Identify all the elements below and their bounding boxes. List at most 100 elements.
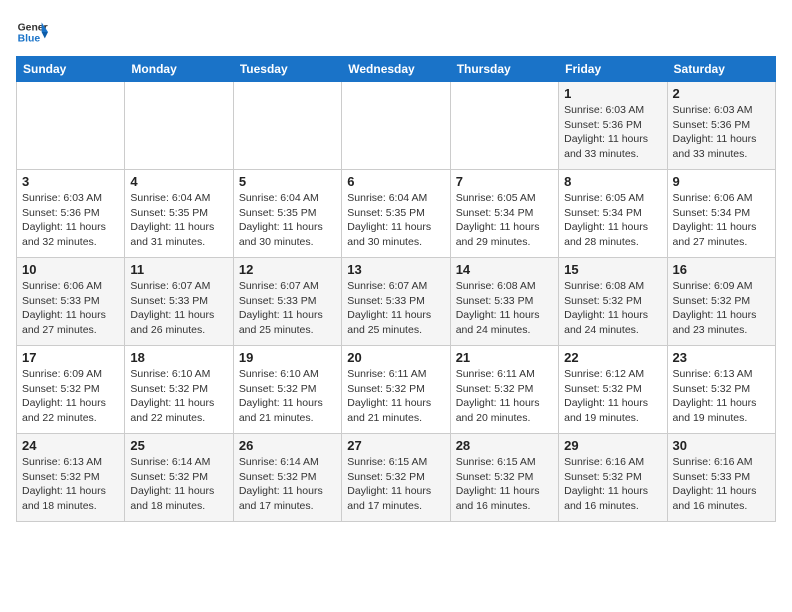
day-info-line: Sunrise: 6:03 AM (22, 191, 119, 206)
day-number: 6 (347, 174, 444, 189)
day-info-line: Sunset: 5:35 PM (130, 206, 227, 221)
weekday-header-thursday: Thursday (450, 57, 558, 82)
day-info-line: Sunrise: 6:05 AM (564, 191, 661, 206)
day-info-line: Daylight: 11 hours and 16 minutes. (456, 484, 553, 513)
day-info-line: Daylight: 11 hours and 17 minutes. (239, 484, 336, 513)
day-info-line: Sunrise: 6:04 AM (130, 191, 227, 206)
calendar-cell: 9Sunrise: 6:06 AMSunset: 5:34 PMDaylight… (667, 170, 775, 258)
weekday-header-friday: Friday (559, 57, 667, 82)
day-info-line: Sunset: 5:34 PM (673, 206, 770, 221)
day-info-line: Daylight: 11 hours and 19 minutes. (564, 396, 661, 425)
calendar-cell: 29Sunrise: 6:16 AMSunset: 5:32 PMDayligh… (559, 434, 667, 522)
weekday-header-tuesday: Tuesday (233, 57, 341, 82)
calendar-cell (233, 82, 341, 170)
calendar-cell: 18Sunrise: 6:10 AMSunset: 5:32 PMDayligh… (125, 346, 233, 434)
day-info-line: Sunset: 5:32 PM (130, 470, 227, 485)
day-info-line: Daylight: 11 hours and 28 minutes. (564, 220, 661, 249)
day-info-line: Daylight: 11 hours and 27 minutes. (673, 220, 770, 249)
calendar-cell (342, 82, 450, 170)
calendar-cell: 2Sunrise: 6:03 AMSunset: 5:36 PMDaylight… (667, 82, 775, 170)
calendar-cell: 23Sunrise: 6:13 AMSunset: 5:32 PMDayligh… (667, 346, 775, 434)
day-info-line: Daylight: 11 hours and 25 minutes. (347, 308, 444, 337)
day-info-line: Sunset: 5:32 PM (564, 382, 661, 397)
day-info-line: Sunset: 5:33 PM (456, 294, 553, 309)
day-info-line: Sunset: 5:34 PM (456, 206, 553, 221)
day-info-line: Sunset: 5:32 PM (456, 470, 553, 485)
day-info-line: Sunrise: 6:16 AM (564, 455, 661, 470)
day-number: 26 (239, 438, 336, 453)
day-info-line: Sunrise: 6:03 AM (564, 103, 661, 118)
calendar-cell (17, 82, 125, 170)
calendar-cell: 24Sunrise: 6:13 AMSunset: 5:32 PMDayligh… (17, 434, 125, 522)
day-info-line: Sunrise: 6:12 AM (564, 367, 661, 382)
calendar-cell: 12 Sunrise: 6:07 AMSunset: 5:33 PMDayligh… (233, 258, 341, 346)
day-info-line: Sunset: 5:32 PM (347, 470, 444, 485)
day-info-line: Sunrise: 6:15 AM (347, 455, 444, 470)
day-number: 17 (22, 350, 119, 365)
weekday-header-monday: Monday (125, 57, 233, 82)
calendar-cell: 11Sunrise: 6:07 AMSunset: 5:33 PMDayligh… (125, 258, 233, 346)
calendar-cell: 13 Sunrise: 6:07 AMSunset: 5:33 PMDayligh… (342, 258, 450, 346)
day-info-line: Sunset: 5:33 PM (239, 294, 336, 309)
calendar-cell: 8Sunrise: 6:05 AMSunset: 5:34 PMDaylight… (559, 170, 667, 258)
day-number: 14 (456, 262, 553, 277)
day-info-line: Sunrise: 6:05 AM (456, 191, 553, 206)
calendar-cell: 22Sunrise: 6:12 AMSunset: 5:32 PMDayligh… (559, 346, 667, 434)
calendar-table: SundayMondayTuesdayWednesdayThursdayFrid… (16, 56, 776, 522)
logo: General Blue (16, 16, 48, 48)
day-info-line: Daylight: 11 hours and 21 minutes. (347, 396, 444, 425)
day-info-line: Daylight: 11 hours and 22 minutes. (130, 396, 227, 425)
day-info-line: Sunset: 5:32 PM (347, 382, 444, 397)
day-info-line: Sunset: 5:35 PM (239, 206, 336, 221)
day-info-line: Daylight: 11 hours and 31 minutes. (130, 220, 227, 249)
day-info-line: Sunset: 5:36 PM (564, 118, 661, 133)
svg-text:Blue: Blue (18, 34, 41, 45)
day-info-line: Daylight: 11 hours and 24 minutes. (456, 308, 553, 337)
calendar-cell: 1 Sunrise: 6:03 AMSunset: 5:36 PMDaylight… (559, 82, 667, 170)
calendar-cell: 28Sunrise: 6:15 AMSunset: 5:32 PMDayligh… (450, 434, 558, 522)
day-info-line: Sunrise: 6:06 AM (673, 191, 770, 206)
logo-icon: General Blue (16, 16, 48, 48)
calendar-cell: 27Sunrise: 6:15 AMSunset: 5:32 PMDayligh… (342, 434, 450, 522)
day-number: 19 (239, 350, 336, 365)
calendar-week-1: 1Sunrise: 6:03 AMSunset: 5:36 PMDaylight… (17, 82, 776, 170)
calendar-cell: 4 Sunrise: 6:04 AMSunset: 5:35 PMDaylight… (125, 170, 233, 258)
day-info-line: Sunrise: 6:07 AM (130, 279, 227, 294)
day-info-line: Sunrise: 6:08 AM (456, 279, 553, 294)
day-info-line: Sunset: 5:32 PM (22, 382, 119, 397)
day-info-line: Daylight: 11 hours and 25 minutes. (239, 308, 336, 337)
day-info-line: Sunrise: 6:07 AM (347, 279, 444, 294)
day-info-line: Sunrise: 6:10 AM (130, 367, 227, 382)
day-info-line: Daylight: 11 hours and 19 minutes. (673, 396, 770, 425)
calendar-cell: 17Sunrise: 6:09 AMSunset: 5:32 PMDayligh… (17, 346, 125, 434)
day-info-line: Sunrise: 6:07 AM (239, 279, 336, 294)
day-info-line: Sunset: 5:35 PM (347, 206, 444, 221)
calendar-header: SundayMondayTuesdayWednesdayThursdayFrid… (17, 57, 776, 82)
day-info-line: Sunrise: 6:11 AM (347, 367, 444, 382)
day-info-line: Daylight: 11 hours and 24 minutes. (564, 308, 661, 337)
day-info-line: Daylight: 11 hours and 33 minutes. (673, 132, 770, 161)
day-info-line: Sunrise: 6:13 AM (673, 367, 770, 382)
day-info-line: Sunrise: 6:10 AM (239, 367, 336, 382)
day-info-line: Sunset: 5:33 PM (673, 470, 770, 485)
day-info-line: Sunset: 5:32 PM (239, 382, 336, 397)
day-number: 13 (347, 262, 444, 277)
day-info-line: Daylight: 11 hours and 30 minutes. (347, 220, 444, 249)
day-number: 29 (564, 438, 661, 453)
day-info-line: Daylight: 11 hours and 30 minutes. (239, 220, 336, 249)
day-info-line: Daylight: 11 hours and 33 minutes. (564, 132, 661, 161)
day-number: 27 (347, 438, 444, 453)
day-info-line: Sunrise: 6:13 AM (22, 455, 119, 470)
calendar-cell: 20Sunrise: 6:11 AMSunset: 5:32 PMDayligh… (342, 346, 450, 434)
day-info-line: Daylight: 11 hours and 23 minutes. (673, 308, 770, 337)
day-number: 4 (130, 174, 227, 189)
day-info-line: Sunrise: 6:08 AM (564, 279, 661, 294)
day-info-line: Sunset: 5:32 PM (456, 382, 553, 397)
day-info-line: Daylight: 11 hours and 26 minutes. (130, 308, 227, 337)
calendar-week-3: 10Sunrise: 6:06 AMSunset: 5:33 PMDayligh… (17, 258, 776, 346)
day-number: 12 (239, 262, 336, 277)
day-info-line: Daylight: 11 hours and 16 minutes. (564, 484, 661, 513)
day-info-line: Daylight: 11 hours and 20 minutes. (456, 396, 553, 425)
day-number: 1 (564, 86, 661, 101)
day-info-line: Sunset: 5:33 PM (347, 294, 444, 309)
